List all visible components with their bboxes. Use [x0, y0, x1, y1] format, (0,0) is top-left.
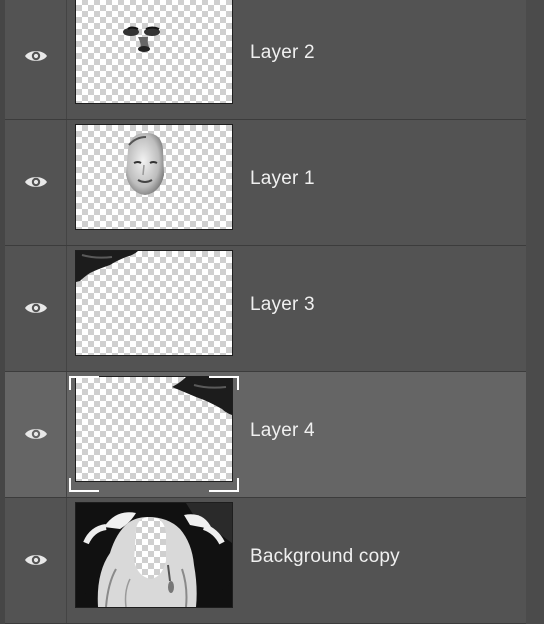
layer-name[interactable]: Background copy	[250, 546, 400, 568]
eye-icon[interactable]	[24, 48, 48, 64]
visibility-toggle[interactable]	[5, 246, 67, 371]
layer-name[interactable]: Layer 1	[250, 168, 315, 190]
layer-thumbnail[interactable]	[75, 124, 233, 230]
layer-row-layer-3[interactable]: Layer 3	[5, 246, 526, 372]
layers-panel: Layer 2 Layer 1 Layer 3 Layer 4 Backgrou…	[0, 0, 544, 624]
selection-bracket	[209, 376, 239, 390]
visibility-toggle[interactable]	[5, 120, 67, 245]
layer-thumbnail[interactable]	[75, 0, 233, 104]
visibility-toggle[interactable]	[5, 0, 67, 119]
visibility-toggle[interactable]	[5, 372, 67, 497]
selection-bracket	[69, 478, 99, 492]
layer-thumbnail[interactable]	[75, 502, 233, 608]
layer-name[interactable]: Layer 3	[250, 294, 315, 316]
layer-row-background-copy[interactable]: Background copy	[5, 498, 526, 624]
layer-name[interactable]: Layer 2	[250, 42, 315, 64]
layer-row-layer-2[interactable]: Layer 2	[5, 0, 526, 120]
selection-bracket	[69, 376, 99, 390]
layer-thumbnail[interactable]	[75, 250, 233, 356]
selection-bracket	[209, 478, 239, 492]
eye-icon[interactable]	[24, 426, 48, 442]
layer-thumbnail[interactable]	[75, 376, 233, 482]
panel-scroll-gutter[interactable]	[526, 0, 544, 624]
eye-icon[interactable]	[24, 552, 48, 568]
layer-name[interactable]: Layer 4	[250, 420, 315, 442]
eye-icon[interactable]	[24, 300, 48, 316]
layer-row-layer-1[interactable]: Layer 1	[5, 120, 526, 246]
layer-row-layer-4[interactable]: Layer 4	[5, 372, 526, 498]
eye-icon[interactable]	[24, 174, 48, 190]
visibility-toggle[interactable]	[5, 498, 67, 623]
